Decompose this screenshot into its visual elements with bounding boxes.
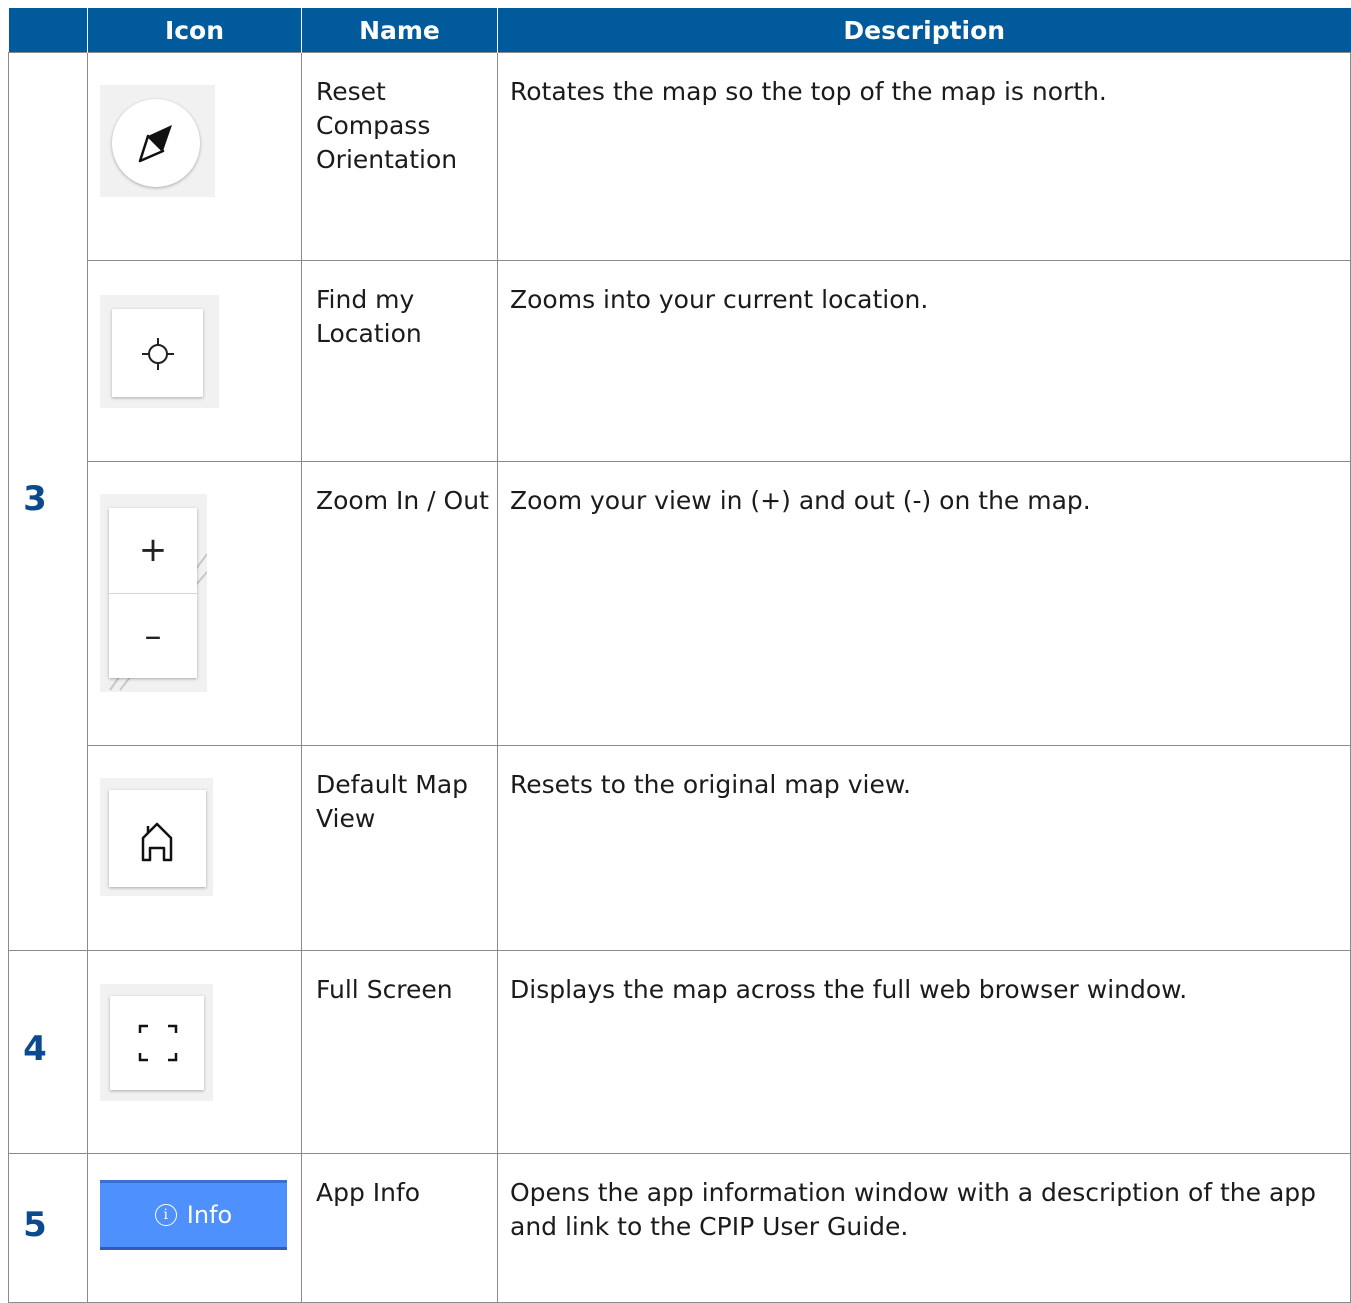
icon-cell (87, 950, 302, 1154)
home-icon (109, 790, 206, 887)
zoom-out-button[interactable]: – (109, 594, 197, 678)
crosshair-glyph (142, 338, 174, 370)
compass-icon (112, 99, 200, 187)
row-description: Resets to the original map view. (497, 745, 1351, 951)
fullscreen-glyph (138, 1024, 178, 1062)
controls-table: Icon Name Description 3 Reset Compass Or… (8, 8, 1351, 1303)
compass-needle (138, 125, 172, 163)
table-row: 3 Reset Compass Orientation Rotates the … (8, 52, 1351, 951)
row-name: Full Screen (301, 950, 498, 1154)
row-number-3: 3 (8, 52, 88, 951)
info-button[interactable]: i Info (100, 1180, 287, 1250)
header-icon: Icon (87, 8, 302, 53)
table-row: + – Zoom In / Out Zoom your view in (+) … (9, 461, 1351, 746)
home-glyph (141, 822, 173, 862)
row-description: Displays the map across the full web bro… (497, 950, 1351, 1154)
icon-cell (87, 745, 302, 951)
crosshair-icon (112, 309, 203, 397)
row-description: Zooms into your current location. (497, 260, 1351, 462)
info-icon: i (154, 1204, 177, 1226)
fullscreen-icon (110, 996, 204, 1090)
row-description: Opens the app information window with a … (497, 1153, 1351, 1303)
table-row: 5 i Info App Info Opens the app informat… (8, 1153, 1351, 1303)
row-number-5: 5 (8, 1153, 88, 1303)
table-row: 4 Full Screen Displays the map across th… (8, 950, 1351, 1154)
row-number-4: 4 (8, 950, 88, 1154)
table-row: Find my Location Zooms into your current… (9, 260, 1351, 462)
icon-cell (87, 260, 302, 462)
zoom-in-out-icon: + – (109, 508, 197, 678)
header-name: Name (301, 8, 498, 53)
header-number (8, 8, 88, 53)
info-button-label: Info (186, 1201, 233, 1229)
icon-cell (87, 52, 302, 261)
row-name: Default Map View (301, 745, 498, 951)
row-name: Reset Compass Orientation (301, 52, 498, 261)
row-name: App Info (301, 1153, 498, 1303)
icon-cell: i Info (87, 1153, 302, 1303)
header-description: Description (497, 8, 1351, 53)
row-description: Zoom your view in (+) and out (-) on the… (497, 461, 1351, 746)
table-row: Default Map View Resets to the original … (9, 745, 1351, 951)
row-name: Find my Location (301, 260, 498, 462)
row-name: Zoom In / Out (301, 461, 498, 746)
zoom-in-button[interactable]: + (109, 508, 197, 594)
table-header-row: Icon Name Description (8, 8, 1351, 53)
icon-cell: + – (87, 461, 302, 746)
row-description: Rotates the map so the top of the map is… (497, 52, 1351, 261)
